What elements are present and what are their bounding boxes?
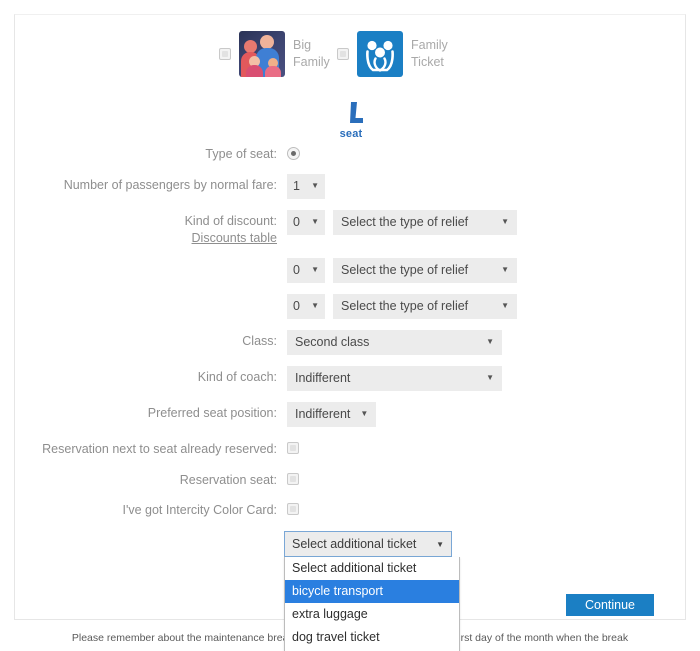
chevron-down-icon: ▼	[311, 181, 319, 191]
discount-label: Kind of discount: Discounts table	[15, 210, 287, 247]
row-discount-3: 0 ▼ Select the type of relief ▼	[15, 293, 687, 319]
row-type-of-seat: Type of seat:	[15, 143, 687, 163]
row-reservation-seat: Reservation seat:	[15, 469, 687, 489]
discount-count-select-3[interactable]: 0 ▼	[287, 293, 325, 319]
seat-position-select[interactable]: Indifferent ▼	[287, 401, 377, 427]
additional-ticket-option-1[interactable]: bicycle transport	[285, 580, 459, 604]
coach-label: Kind of coach:	[197, 369, 277, 384]
chevron-down-icon: ▼	[501, 265, 509, 275]
family-option-big-family[interactable]: Big Family	[219, 31, 330, 77]
discount-count-value-3: 0	[293, 299, 300, 314]
continue-button[interactable]: Continue	[566, 594, 654, 616]
discount-count-select-1[interactable]: 0 ▼	[287, 209, 325, 235]
chevron-down-icon: ▼	[311, 265, 319, 275]
row-reservation-next-to-seat: Reservation next to seat already reserve…	[15, 438, 687, 458]
discount-relief-value-3: Select the type of relief	[341, 299, 469, 314]
seat-icon	[350, 102, 363, 123]
row-discount-1: Kind of discount: Discounts table 0 ▼ Se…	[15, 209, 687, 247]
row-coach: Kind of coach: Indifferent ▼	[15, 365, 687, 391]
passengers-value: 1	[293, 179, 300, 194]
additional-ticket-value: Select additional ticket	[292, 537, 417, 551]
chevron-down-icon: ▼	[436, 539, 444, 549]
additional-ticket-option-list: Select additional ticket bicycle transpo…	[284, 557, 460, 651]
chevron-down-icon: ▼	[311, 301, 319, 311]
type-of-seat-label: Type of seat:	[205, 147, 277, 161]
discounts-table-link[interactable]: Discounts table	[192, 231, 277, 245]
discount-relief-select-1[interactable]: Select the type of relief ▼	[333, 209, 517, 235]
color-card-label: I've got Intercity Color Card:	[122, 503, 277, 518]
discount-count-value-2: 0	[293, 263, 300, 278]
family-option-family-ticket[interactable]: Family Ticket	[337, 31, 448, 77]
type-of-seat-radio[interactable]	[287, 147, 300, 160]
seat-label: seat	[339, 128, 363, 140]
passengers-label: Number of passengers by normal fare:	[63, 177, 277, 192]
row-discount-2: 0 ▼ Select the type of relief ▼	[15, 257, 687, 283]
class-select[interactable]: Second class ▼	[287, 329, 502, 355]
chevron-down-icon: ▼	[311, 217, 319, 227]
chevron-down-icon: ▼	[360, 409, 369, 419]
discount-relief-value-2: Select the type of relief	[341, 263, 469, 278]
seat-type-header: seat	[15, 101, 687, 140]
kind-of-discount-text: Kind of discount:	[184, 213, 277, 228]
row-passengers: Number of passengers by normal fare: 1 ▼	[15, 173, 687, 199]
discount-relief-value-1: Select the type of relief	[341, 215, 469, 230]
booking-form: Type of seat: Number of passengers by no…	[15, 143, 687, 530]
coach-value: Indifferent	[295, 371, 351, 386]
chevron-down-icon: ▼	[486, 337, 494, 347]
passengers-select[interactable]: 1 ▼	[287, 173, 325, 199]
chevron-down-icon: ▼	[486, 373, 494, 383]
family-ticket-label: Family Ticket	[411, 38, 448, 69]
class-value: Second class	[295, 335, 370, 350]
discount-relief-select-3[interactable]: Select the type of relief ▼	[333, 293, 517, 319]
row-seat-position: Preferred seat position: Indifferent ▼	[15, 401, 687, 427]
coach-select[interactable]: Indifferent ▼	[287, 365, 502, 391]
seat-position-label: Preferred seat position:	[147, 405, 277, 420]
reservation-next-label: Reservation next to seat already reserve…	[42, 441, 277, 456]
class-label: Class:	[242, 333, 277, 348]
family-photo-icon[interactable]	[239, 31, 285, 77]
discount-relief-select-2[interactable]: Select the type of relief ▼	[333, 257, 517, 283]
additional-ticket-dropdown: Select additional ticket ▼ Select additi…	[284, 531, 460, 651]
reservation-seat-checkbox[interactable]	[287, 472, 299, 485]
family-options-row: Big Family Family Ticket	[15, 31, 687, 93]
big-family-checkbox[interactable]	[219, 48, 231, 60]
chevron-down-icon: ▼	[501, 217, 509, 227]
additional-ticket-option-0[interactable]: Select additional ticket	[285, 557, 459, 580]
additional-ticket-option-3[interactable]: dog travel ticket	[285, 626, 459, 649]
row-class: Class: Second class ▼	[15, 329, 687, 355]
reservation-seat-label: Reservation seat:	[179, 472, 277, 487]
row-color-card: I've got Intercity Color Card:	[15, 499, 687, 519]
family-ticket-checkbox[interactable]	[337, 48, 349, 60]
additional-ticket-option-2[interactable]: extra luggage	[285, 603, 459, 626]
big-family-label: Big Family	[293, 38, 330, 69]
reservation-next-checkbox[interactable]	[287, 441, 299, 454]
discount-count-select-2[interactable]: 0 ▼	[287, 257, 325, 283]
seat-position-value: Indifferent	[295, 407, 351, 422]
discount-count-value-1: 0	[293, 215, 300, 230]
booking-form-panel: Big Family Family Ticket seat Type of se…	[14, 14, 686, 620]
ticket-booking-page: Big Family Family Ticket seat Type of se…	[0, 0, 700, 651]
family-ticket-icon[interactable]	[357, 31, 403, 77]
chevron-down-icon: ▼	[501, 301, 509, 311]
color-card-checkbox[interactable]	[287, 503, 299, 516]
additional-ticket-select[interactable]: Select additional ticket ▼	[284, 531, 452, 557]
